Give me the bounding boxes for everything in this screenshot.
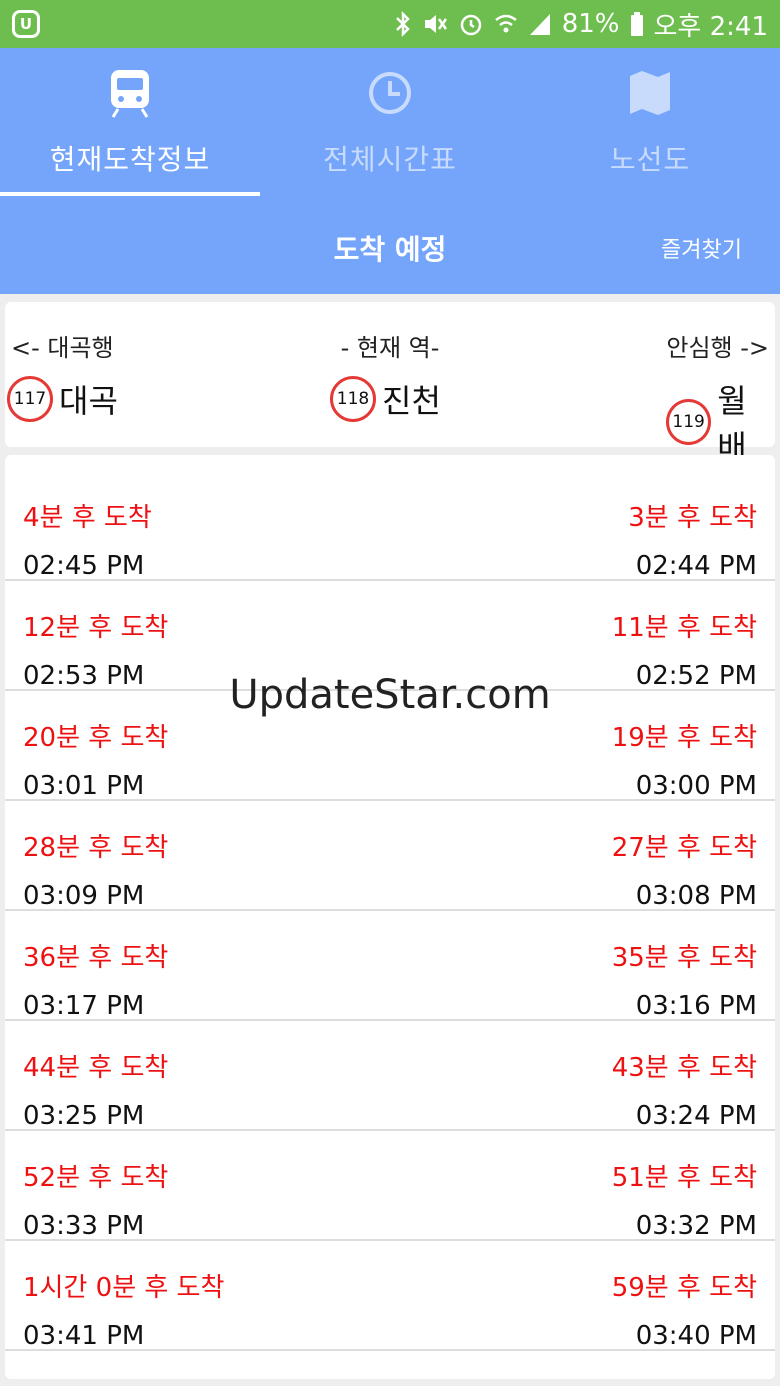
tab-label: 현재도착정보 (49, 143, 211, 176)
tab-label: 노선도 (609, 143, 691, 176)
left-arrival-eta: 44분 후 도착 (23, 1053, 169, 1083)
tab-current-arrival[interactable]: 현재도착정보 (0, 48, 260, 196)
arrival-list: 4분 후 도착 02:45 PM 3분 후 도착 02:44 PM 12분 후 … (5, 455, 775, 1379)
current-station-label: - 현재 역- (340, 334, 440, 362)
right-arrival-eta: 3분 후 도착 (628, 503, 757, 533)
header: 도착 예정 즐겨찾기 (0, 196, 780, 294)
right-arrival-time: 02:44 PM (635, 551, 757, 581)
left-arrival-eta: 1시간 0분 후 도착 (23, 1273, 225, 1303)
clock-icon (369, 72, 411, 114)
left-arrival-eta: 20분 후 도착 (23, 723, 169, 753)
bluetooth-icon (395, 11, 410, 37)
right-arrival-eta: 43분 후 도착 (611, 1053, 757, 1083)
left-arrival-time: 03:09 PM (23, 881, 145, 911)
left-arrival-eta: 36분 후 도착 (23, 943, 169, 973)
left-arrival-time: 03:25 PM (23, 1101, 145, 1131)
signal-icon (529, 14, 550, 35)
left-arrival-eta: 52분 후 도착 (23, 1163, 169, 1193)
tab-label: 전체시간표 (323, 143, 457, 176)
right-arrival-eta: 59분 후 도착 (611, 1273, 757, 1303)
right-arrival-eta: 11분 후 도착 (611, 613, 757, 643)
station-name: 진천 (382, 382, 441, 420)
right-direction-label: 안심행 -> (666, 334, 769, 362)
status-bar: U 81% 오후 2:41 (0, 0, 780, 48)
current-station: 118 진천 (330, 376, 441, 422)
left-arrival-time: 03:01 PM (23, 771, 145, 801)
prev-station[interactable]: 117 대곡 (7, 376, 118, 422)
clock-time: 오후 2:41 (653, 11, 769, 42)
train-icon (111, 70, 149, 118)
right-arrival-time: 03:16 PM (635, 991, 757, 1021)
arrival-row: 44분 후 도착 03:25 PM 43분 후 도착 03:24 PM (5, 1021, 775, 1131)
right-arrival-eta: 19분 후 도착 (611, 723, 757, 753)
right-arrival-time: 03:08 PM (635, 881, 757, 911)
wifi-icon (494, 14, 517, 33)
right-arrival-time: 03:32 PM (635, 1211, 757, 1241)
right-arrival-eta: 27분 후 도착 (611, 833, 757, 863)
arrival-row: 52분 후 도착 03:33 PM 51분 후 도착 03:32 PM (5, 1131, 775, 1241)
battery-percent: 81% (561, 9, 620, 39)
right-arrival-time: 03:40 PM (635, 1321, 757, 1351)
right-arrival-eta: 35분 후 도착 (611, 943, 757, 973)
map-icon (630, 71, 670, 115)
arrival-row: 36분 후 도착 03:17 PM 35분 후 도착 03:16 PM (5, 911, 775, 1021)
arrival-row: 28분 후 도착 03:09 PM 27분 후 도착 03:08 PM (5, 801, 775, 911)
station-number-badge: 118 (330, 376, 376, 422)
left-arrival-time: 03:33 PM (23, 1211, 145, 1241)
right-arrival-eta: 51분 후 도착 (611, 1163, 757, 1193)
watermark: UpdateStar.com (229, 672, 551, 718)
station-number-badge: 119 (666, 399, 712, 445)
favorites-button[interactable]: 즐겨찾기 (661, 232, 742, 264)
arrival-row: 4분 후 도착 02:45 PM 3분 후 도착 02:44 PM (5, 471, 775, 581)
left-arrival-eta: 28분 후 도착 (23, 833, 169, 863)
left-arrival-eta: 4분 후 도착 (23, 503, 152, 533)
left-arrival-time: 03:41 PM (23, 1321, 145, 1351)
status-indicators: 81% 오후 2:41 (394, 0, 768, 48)
left-arrival-time: 02:45 PM (23, 551, 145, 581)
station-card: <- 대곡행 - 현재 역- 안심행 -> 117 대곡 118 진천 119 … (5, 302, 775, 466)
right-arrival-time: 03:00 PM (635, 771, 757, 801)
mute-icon (424, 15, 447, 33)
tab-full-timetable[interactable]: 전체시간표 (260, 48, 520, 196)
right-arrival-time: 03:24 PM (635, 1101, 757, 1131)
alarm-icon (460, 14, 481, 36)
station-name: 대곡 (59, 382, 118, 420)
left-arrival-time: 03:17 PM (23, 991, 145, 1021)
arrival-row: 1시간 0분 후 도착 03:41 PM 59분 후 도착 03:40 PM (5, 1241, 775, 1351)
battery-icon (630, 12, 643, 36)
tab-route-map[interactable]: 노선도 (520, 48, 780, 196)
app-notification-icon: U (12, 10, 40, 38)
tab-bar: 현재도착정보 전체시간표 노선도 (0, 48, 780, 196)
left-arrival-eta: 12분 후 도착 (23, 613, 169, 643)
station-number-badge: 117 (7, 376, 53, 422)
